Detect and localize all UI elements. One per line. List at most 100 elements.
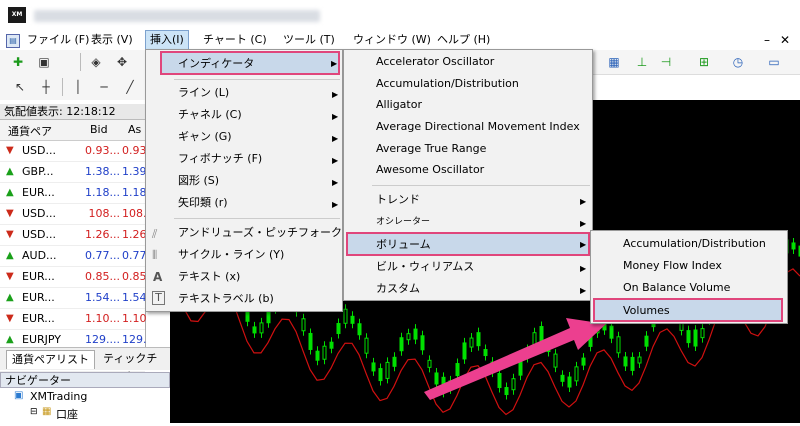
- indicator-item[interactable]: Accelerator Oscillator: [376, 51, 494, 73]
- toolbar-line-studies: ↖ ┼ │ ─ ╱: [0, 74, 145, 100]
- row-symbol: EUR...: [22, 186, 55, 199]
- arrow-up-icon: ▲: [6, 250, 14, 261]
- submenu-arrow-icon: ▶: [332, 134, 339, 143]
- insert-channels-item[interactable]: チャネル (C): [178, 104, 242, 126]
- close-icon[interactable]: ✕: [780, 33, 790, 47]
- arrow-down-icon: ▼: [6, 229, 14, 240]
- arrow-up-icon: ▲: [6, 292, 14, 303]
- navigator-icon[interactable]: ✥: [112, 53, 132, 71]
- arrow-down-icon: ▼: [6, 313, 14, 324]
- market-watch-header: 気配値表示: 12:18:12: [0, 104, 145, 120]
- new-chart-icon[interactable]: ✚: [8, 53, 28, 71]
- candle-body: [301, 318, 306, 332]
- insert-text-label-item[interactable]: テキストラベル (b): [178, 288, 274, 310]
- indicators-volumes-item[interactable]: ボリューム ▶: [346, 232, 590, 256]
- row-bid: 108...: [88, 207, 121, 220]
- row-bid: 0.85...: [85, 270, 120, 283]
- vertical-line-icon[interactable]: │: [68, 78, 88, 96]
- menu-help[interactable]: ヘルプ (H): [437, 30, 490, 50]
- tab-currency-pairs[interactable]: 通貨ペアリスト: [6, 350, 95, 369]
- candle-body: [329, 341, 334, 349]
- chart-shift-icon[interactable]: ⊥: [632, 53, 652, 71]
- row-bid: 0.93...: [85, 144, 120, 157]
- cursor-icon[interactable]: ↖: [10, 78, 30, 96]
- nav-item-xmtrading[interactable]: XMTrading: [30, 390, 87, 403]
- insert-gann-item[interactable]: ギャン (G): [178, 126, 232, 148]
- autoscroll-icon[interactable]: ⊣: [656, 53, 676, 71]
- menu-window[interactable]: ウィンドウ (W): [353, 30, 431, 50]
- window-title-blurred: [34, 10, 320, 22]
- indicator-item[interactable]: Accumulation/Distribution: [376, 73, 519, 95]
- market-watch-row[interactable]: ▲ AUD... 0.77... 0.77: [0, 246, 147, 267]
- indicator-item[interactable]: Average Directional Movement Index: [376, 116, 580, 138]
- submenu-arrow-icon: ▶: [580, 264, 587, 273]
- market-watch-row[interactable]: ▼ USD... 108... 108.: [0, 204, 147, 225]
- volumes-item[interactable]: On Balance Volume: [623, 277, 730, 299]
- candle-body: [336, 323, 341, 335]
- row-ask: 1.39: [122, 165, 147, 178]
- candle-body: [357, 323, 362, 336]
- title-bar: XM: [0, 0, 800, 30]
- indicators-list-icon[interactable]: ⊞: [694, 53, 714, 71]
- menu-tools[interactable]: ツール (T): [283, 30, 335, 50]
- market-watch-row[interactable]: ▼ USD... 0.93... 0.93: [0, 141, 147, 162]
- volumes-item[interactable]: Accumulation/Distribution: [623, 233, 766, 255]
- templates-icon[interactable]: ▭: [764, 53, 784, 71]
- minimize-icon[interactable]: –: [764, 33, 770, 47]
- col-bid[interactable]: Bid: [90, 123, 108, 136]
- insert-menu: インディケータ ▶ ライン (L) チャネル (C) ギャン (G) フィボナッ…: [145, 49, 362, 312]
- row-symbol: EUR...: [22, 312, 55, 325]
- insert-arrows-item[interactable]: 矢印類 (r): [178, 192, 228, 214]
- row-bid: 1.18...: [85, 186, 120, 199]
- indicators-custom-item[interactable]: カスタム: [376, 278, 420, 300]
- volumes-item[interactable]: Money Flow Index: [623, 255, 722, 277]
- volumes-volumes-item[interactable]: Volumes: [593, 298, 783, 322]
- insert-cycle-item[interactable]: サイクル・ライン (Y): [178, 244, 284, 266]
- menu-insert[interactable]: 挿入(I): [145, 30, 189, 50]
- tile-windows-icon[interactable]: ▦: [604, 53, 624, 71]
- market-watch-row[interactable]: ▼ EUR... 1.10... 1.10: [0, 309, 147, 330]
- row-ask: 1.54: [122, 291, 147, 304]
- insert-text-item[interactable]: テキスト (x): [178, 266, 240, 288]
- indicator-item[interactable]: Awesome Oscillator: [376, 159, 484, 181]
- market-watch-row[interactable]: ▼ USD... 1.26... 1.26: [0, 225, 147, 246]
- submenu-arrow-icon: ▶: [580, 286, 587, 295]
- trendline-icon[interactable]: ╱: [120, 78, 140, 96]
- chart-doc-icon[interactable]: ▤: [6, 34, 20, 48]
- folder-icon: ▣: [14, 390, 24, 401]
- row-ask: 1.26: [122, 228, 147, 241]
- col-symbol[interactable]: 通貨ペア: [8, 123, 52, 139]
- insert-lines-item[interactable]: ライン (L): [178, 82, 229, 104]
- horizontal-line-icon[interactable]: ─: [94, 78, 114, 96]
- periods-icon[interactable]: ◷: [728, 53, 748, 71]
- menu-bar: ▤ ファイル (F) 表示 (V) 挿入(I) チャート (C) ツール (T)…: [0, 30, 800, 50]
- col-ask[interactable]: As: [128, 123, 141, 136]
- market-watch-row[interactable]: ▼ EUR... 0.85... 0.85: [0, 267, 147, 288]
- indicators-oscillators-item[interactable]: オシレーター: [376, 211, 430, 233]
- indicators-bill-williams-item[interactable]: ビル・ウィリアムス: [376, 256, 474, 278]
- nav-item-account[interactable]: 口座: [56, 406, 78, 422]
- submenu-arrow-icon: ▶: [332, 178, 339, 187]
- row-bid: 1.26...: [85, 228, 120, 241]
- insert-shapes-item[interactable]: 図形 (S): [178, 170, 219, 192]
- candle-body: [623, 356, 628, 367]
- insert-indicators-item[interactable]: インディケータ ▶: [160, 51, 340, 75]
- candle-body: [791, 242, 796, 250]
- crosshair-icon[interactable]: ┼: [36, 78, 56, 96]
- indicator-item[interactable]: Alligator: [376, 94, 422, 116]
- menu-view[interactable]: 表示 (V): [91, 30, 133, 50]
- market-watch-row[interactable]: ▲ EUR... 1.54... 1.54: [0, 288, 147, 309]
- menu-file[interactable]: ファイル (F): [27, 30, 89, 50]
- indicator-item[interactable]: Average True Range: [376, 138, 486, 160]
- market-watch-icon[interactable]: ◈: [86, 53, 106, 71]
- profiles-icon[interactable]: ▣: [34, 53, 54, 71]
- indicators-trend-item[interactable]: トレンド: [376, 189, 420, 211]
- tab-tick-chart[interactable]: ティックチャート: [98, 350, 170, 383]
- menu-chart[interactable]: チャート (C): [203, 30, 267, 50]
- market-watch-row[interactable]: ▲ GBP... 1.38... 1.39: [0, 162, 147, 183]
- expand-icon[interactable]: ⊟: [30, 407, 38, 417]
- insert-fibonacci-item[interactable]: フィボナッチ (F): [178, 148, 262, 170]
- insert-andrews-item[interactable]: アンドリューズ・ピッチフォーク (A): [178, 222, 362, 244]
- market-watch-row[interactable]: ▲ EUR... 1.18... 1.18: [0, 183, 147, 204]
- row-bid: 1.38...: [85, 165, 120, 178]
